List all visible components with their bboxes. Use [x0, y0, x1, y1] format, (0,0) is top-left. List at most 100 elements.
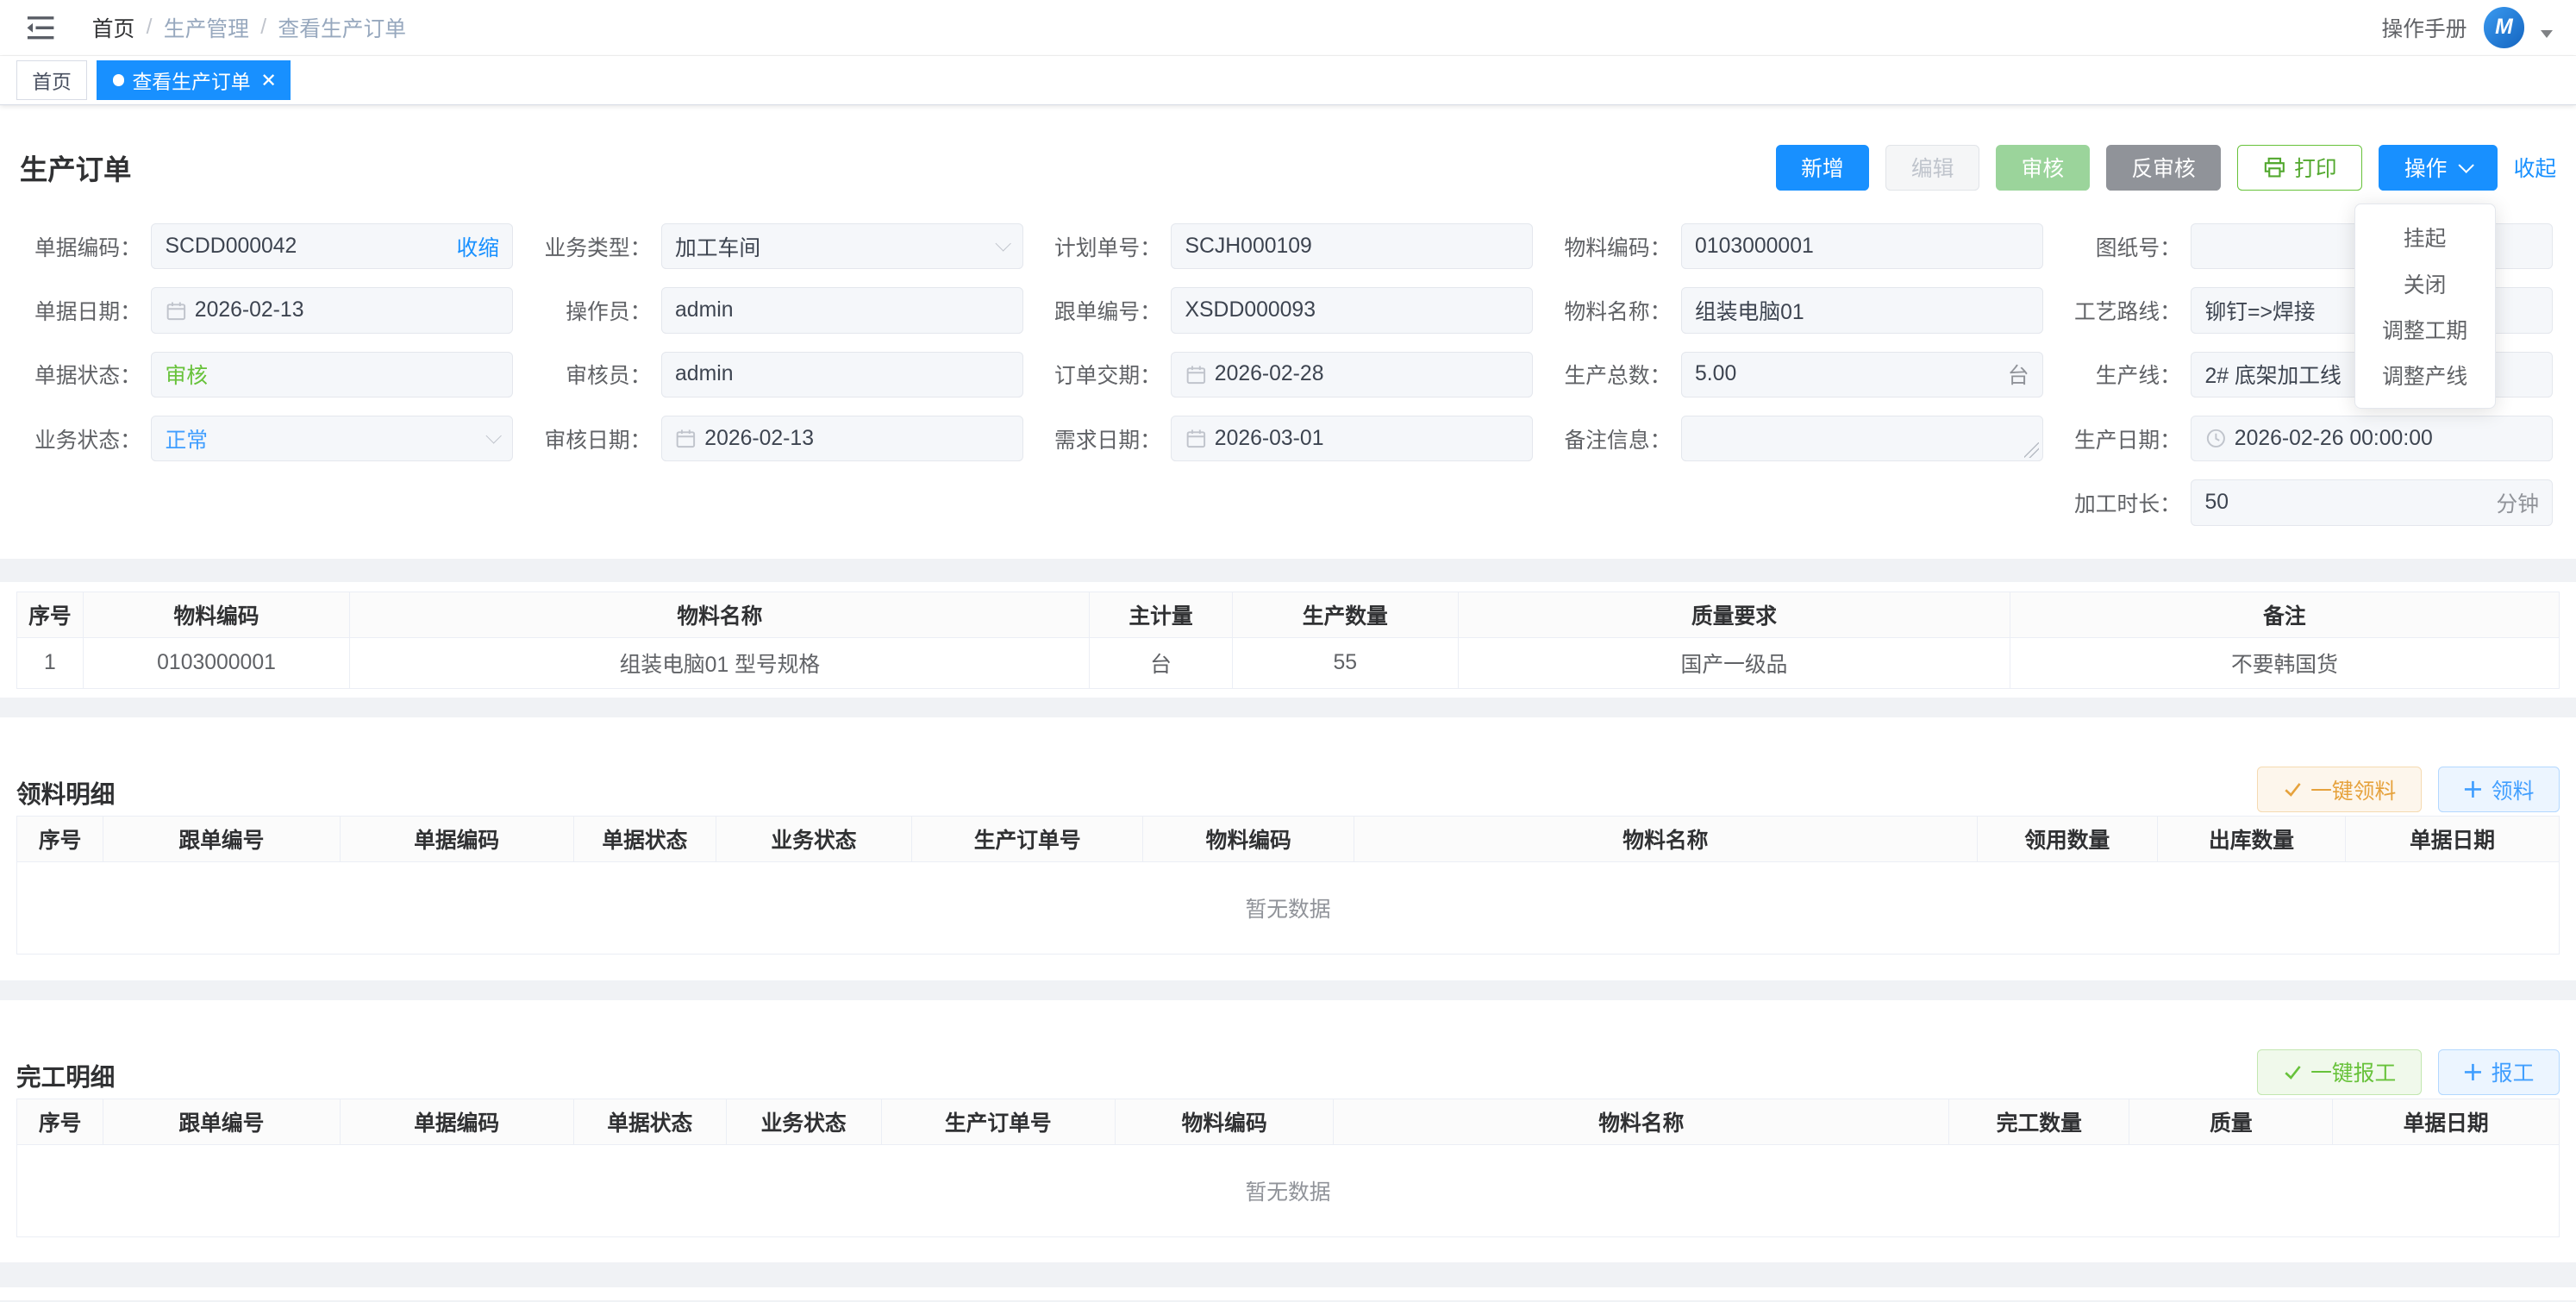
close-tab-icon[interactable] [262, 73, 275, 86]
avatar-caret-icon[interactable] [2541, 30, 2553, 38]
chevron-down-icon [485, 428, 502, 444]
remark-textarea[interactable] [1681, 416, 2043, 461]
field-track-no: 跟单编号： XSDD000093 [1043, 287, 1534, 333]
report-work-button[interactable]: 报工 [2438, 1049, 2560, 1095]
col-bill-status: 单据状态 [573, 1099, 726, 1144]
add-button[interactable]: 新增 [1776, 145, 1870, 191]
field-label: 操作员： [533, 295, 661, 326]
manual-link[interactable]: 操作手册 [2382, 12, 2467, 43]
print-button[interactable]: 打印 [2237, 145, 2362, 191]
cell-material-name: 组装电脑01 型号规格 [350, 638, 1090, 689]
resize-grip-icon[interactable] [2024, 442, 2039, 457]
bill-status-input[interactable]: 审核 [151, 352, 513, 397]
completion-title: 完工明细 [16, 1058, 115, 1093]
total-qty-input[interactable]: 5.00 台 [1681, 352, 2043, 397]
operate-button[interactable]: 操作 [2379, 145, 2497, 191]
breadcrumb-home[interactable]: 首页 [92, 12, 135, 43]
topbar: 首页 / 生产管理 / 查看生产订单 操作手册 M [0, 0, 2576, 56]
field-label: 业务状态： [23, 423, 152, 454]
business-type-select[interactable]: 加工车间 [661, 223, 1023, 269]
tab-home[interactable]: 首页 [16, 60, 87, 100]
plus-icon [2463, 779, 2483, 799]
col-bill-status: 单据状态 [573, 817, 716, 862]
breadcrumb: 首页 / 生产管理 / 查看生产订单 [92, 12, 406, 43]
menu-item-suspend[interactable]: 挂起 [2355, 215, 2495, 260]
completion-header: 完工明细 一键报工 报工 [16, 1000, 2560, 1099]
field-label: 订单交期： [1043, 359, 1172, 390]
menu-item-close[interactable]: 关闭 [2355, 260, 2495, 306]
auditor-input[interactable]: admin [661, 352, 1023, 397]
field-label: 物料名称： [1553, 295, 1681, 326]
menu-item-adjust-schedule[interactable]: 调整工期 [2355, 306, 2495, 352]
col-seq: 序号 [17, 1099, 103, 1144]
bill-date-picker[interactable]: 2026-02-13 [151, 287, 513, 333]
table-row: 1 0103000001 组装电脑01 型号规格 台 55 国产一级品 不要韩国… [17, 638, 2560, 689]
field-plan-no: 计划单号： SCJH000109 [1043, 223, 1534, 269]
field-label: 单据编码： [23, 231, 152, 262]
edit-button[interactable]: 编辑 [1885, 145, 1979, 191]
bill-code-input[interactable]: SCDD000042 收缩 [151, 223, 513, 269]
field-label: 审核日期： [533, 423, 661, 454]
business-status-select[interactable]: 正常 [151, 416, 513, 461]
field-label: 生产线： [2063, 359, 2191, 390]
col-production-qty: 生产数量 [1232, 592, 1458, 637]
delivery-date-picker[interactable]: 2026-02-28 [1171, 352, 1533, 397]
field-audit-date: 审核日期： 2026-02-13 [533, 416, 1023, 461]
requisition-button[interactable]: 领料 [2438, 767, 2560, 812]
requisition-actions: 一键领料 领料 [2257, 767, 2560, 819]
field-label: 单据日期： [23, 295, 152, 326]
col-business-status: 业务状态 [726, 1099, 881, 1144]
field-label: 需求日期： [1043, 423, 1172, 454]
field-auditor: 审核员： admin [533, 352, 1023, 397]
menu-item-adjust-line[interactable]: 调整产线 [2355, 353, 2495, 398]
audit-date-picker[interactable]: 2026-02-13 [661, 416, 1023, 461]
field-remark: 备注信息： [1553, 416, 2043, 461]
field-label: 审核员： [533, 359, 661, 390]
field-demand-date: 需求日期： 2026-03-01 [1043, 416, 1534, 461]
production-date-picker[interactable]: 2026-02-26 00:00:00 [2191, 416, 2553, 461]
breadcrumb-production-mgmt[interactable]: 生产管理 [164, 12, 249, 43]
col-seq: 序号 [17, 817, 103, 862]
col-bill-date: 单据日期 [2346, 817, 2560, 862]
order-card-header: 生产订单 新增 编辑 审核 反审核 打印 操作 收起 [20, 105, 2556, 203]
one-key-requisition-button[interactable]: 一键领料 [2257, 767, 2422, 812]
avatar[interactable]: M [2484, 7, 2525, 48]
col-bill-code: 单据编码 [340, 817, 573, 862]
empty-row: 暂无数据 [17, 862, 2560, 955]
col-finished-qty: 完工数量 [1949, 1099, 2129, 1144]
field-operator: 操作员： admin [533, 287, 1023, 333]
col-quality-req: 质量要求 [1459, 592, 2010, 637]
col-bill-code: 单据编码 [340, 1099, 573, 1144]
col-material-name: 物料名称 [1354, 817, 1977, 862]
requisition-table: 序号 跟单编号 单据编码 单据状态 业务状态 生产订单号 物料编码 物料名称 领… [16, 816, 2560, 955]
empty-row: 暂无数据 [17, 1145, 2560, 1237]
track-no-input[interactable]: XSDD000093 [1171, 287, 1533, 333]
collapse-sidebar-icon[interactable] [23, 11, 59, 44]
process-duration-input[interactable]: 50 分钟 [2191, 479, 2553, 525]
field-label: 生产总数： [1553, 359, 1681, 390]
material-name-input[interactable]: 组装电脑01 [1681, 287, 2043, 333]
table-header-row: 序号 跟单编号 单据编码 单据状态 业务状态 生产订单号 物料编码 物料名称 完… [17, 1099, 2560, 1144]
printer-icon [2263, 156, 2286, 179]
tags-view-bar: 首页 查看生产订单 [0, 56, 2576, 105]
one-key-report-button[interactable]: 一键报工 [2257, 1049, 2422, 1095]
demand-date-picker[interactable]: 2026-03-01 [1171, 416, 1533, 461]
cell-seq: 1 [17, 638, 84, 689]
plus-icon [2463, 1062, 2483, 1082]
app-root: 首页 / 生产管理 / 查看生产订单 操作手册 M 首页 查看生产订单 生产订单 [0, 0, 2576, 1301]
chevron-down-icon [2458, 157, 2474, 173]
collapse-panel-link[interactable]: 收起 [2514, 152, 2557, 183]
col-quality: 质量 [2129, 1099, 2333, 1144]
breadcrumb-current: 查看生产订单 [278, 12, 406, 43]
field-label: 工艺路线： [2063, 295, 2191, 326]
material-code-input[interactable]: 0103000001 [1681, 223, 2043, 269]
tab-view-production-order[interactable]: 查看生产订单 [97, 60, 291, 100]
unaudit-button[interactable]: 反审核 [2106, 145, 2221, 191]
calendar-icon [675, 428, 697, 449]
shrink-link[interactable]: 收缩 [457, 231, 500, 262]
field-total-qty: 生产总数： 5.00 台 [1553, 352, 2043, 397]
plan-no-input[interactable]: SCJH000109 [1171, 223, 1533, 269]
col-outbound-qty: 出库数量 [2157, 817, 2345, 862]
operator-input[interactable]: admin [661, 287, 1023, 333]
audit-button[interactable]: 审核 [1996, 145, 2090, 191]
